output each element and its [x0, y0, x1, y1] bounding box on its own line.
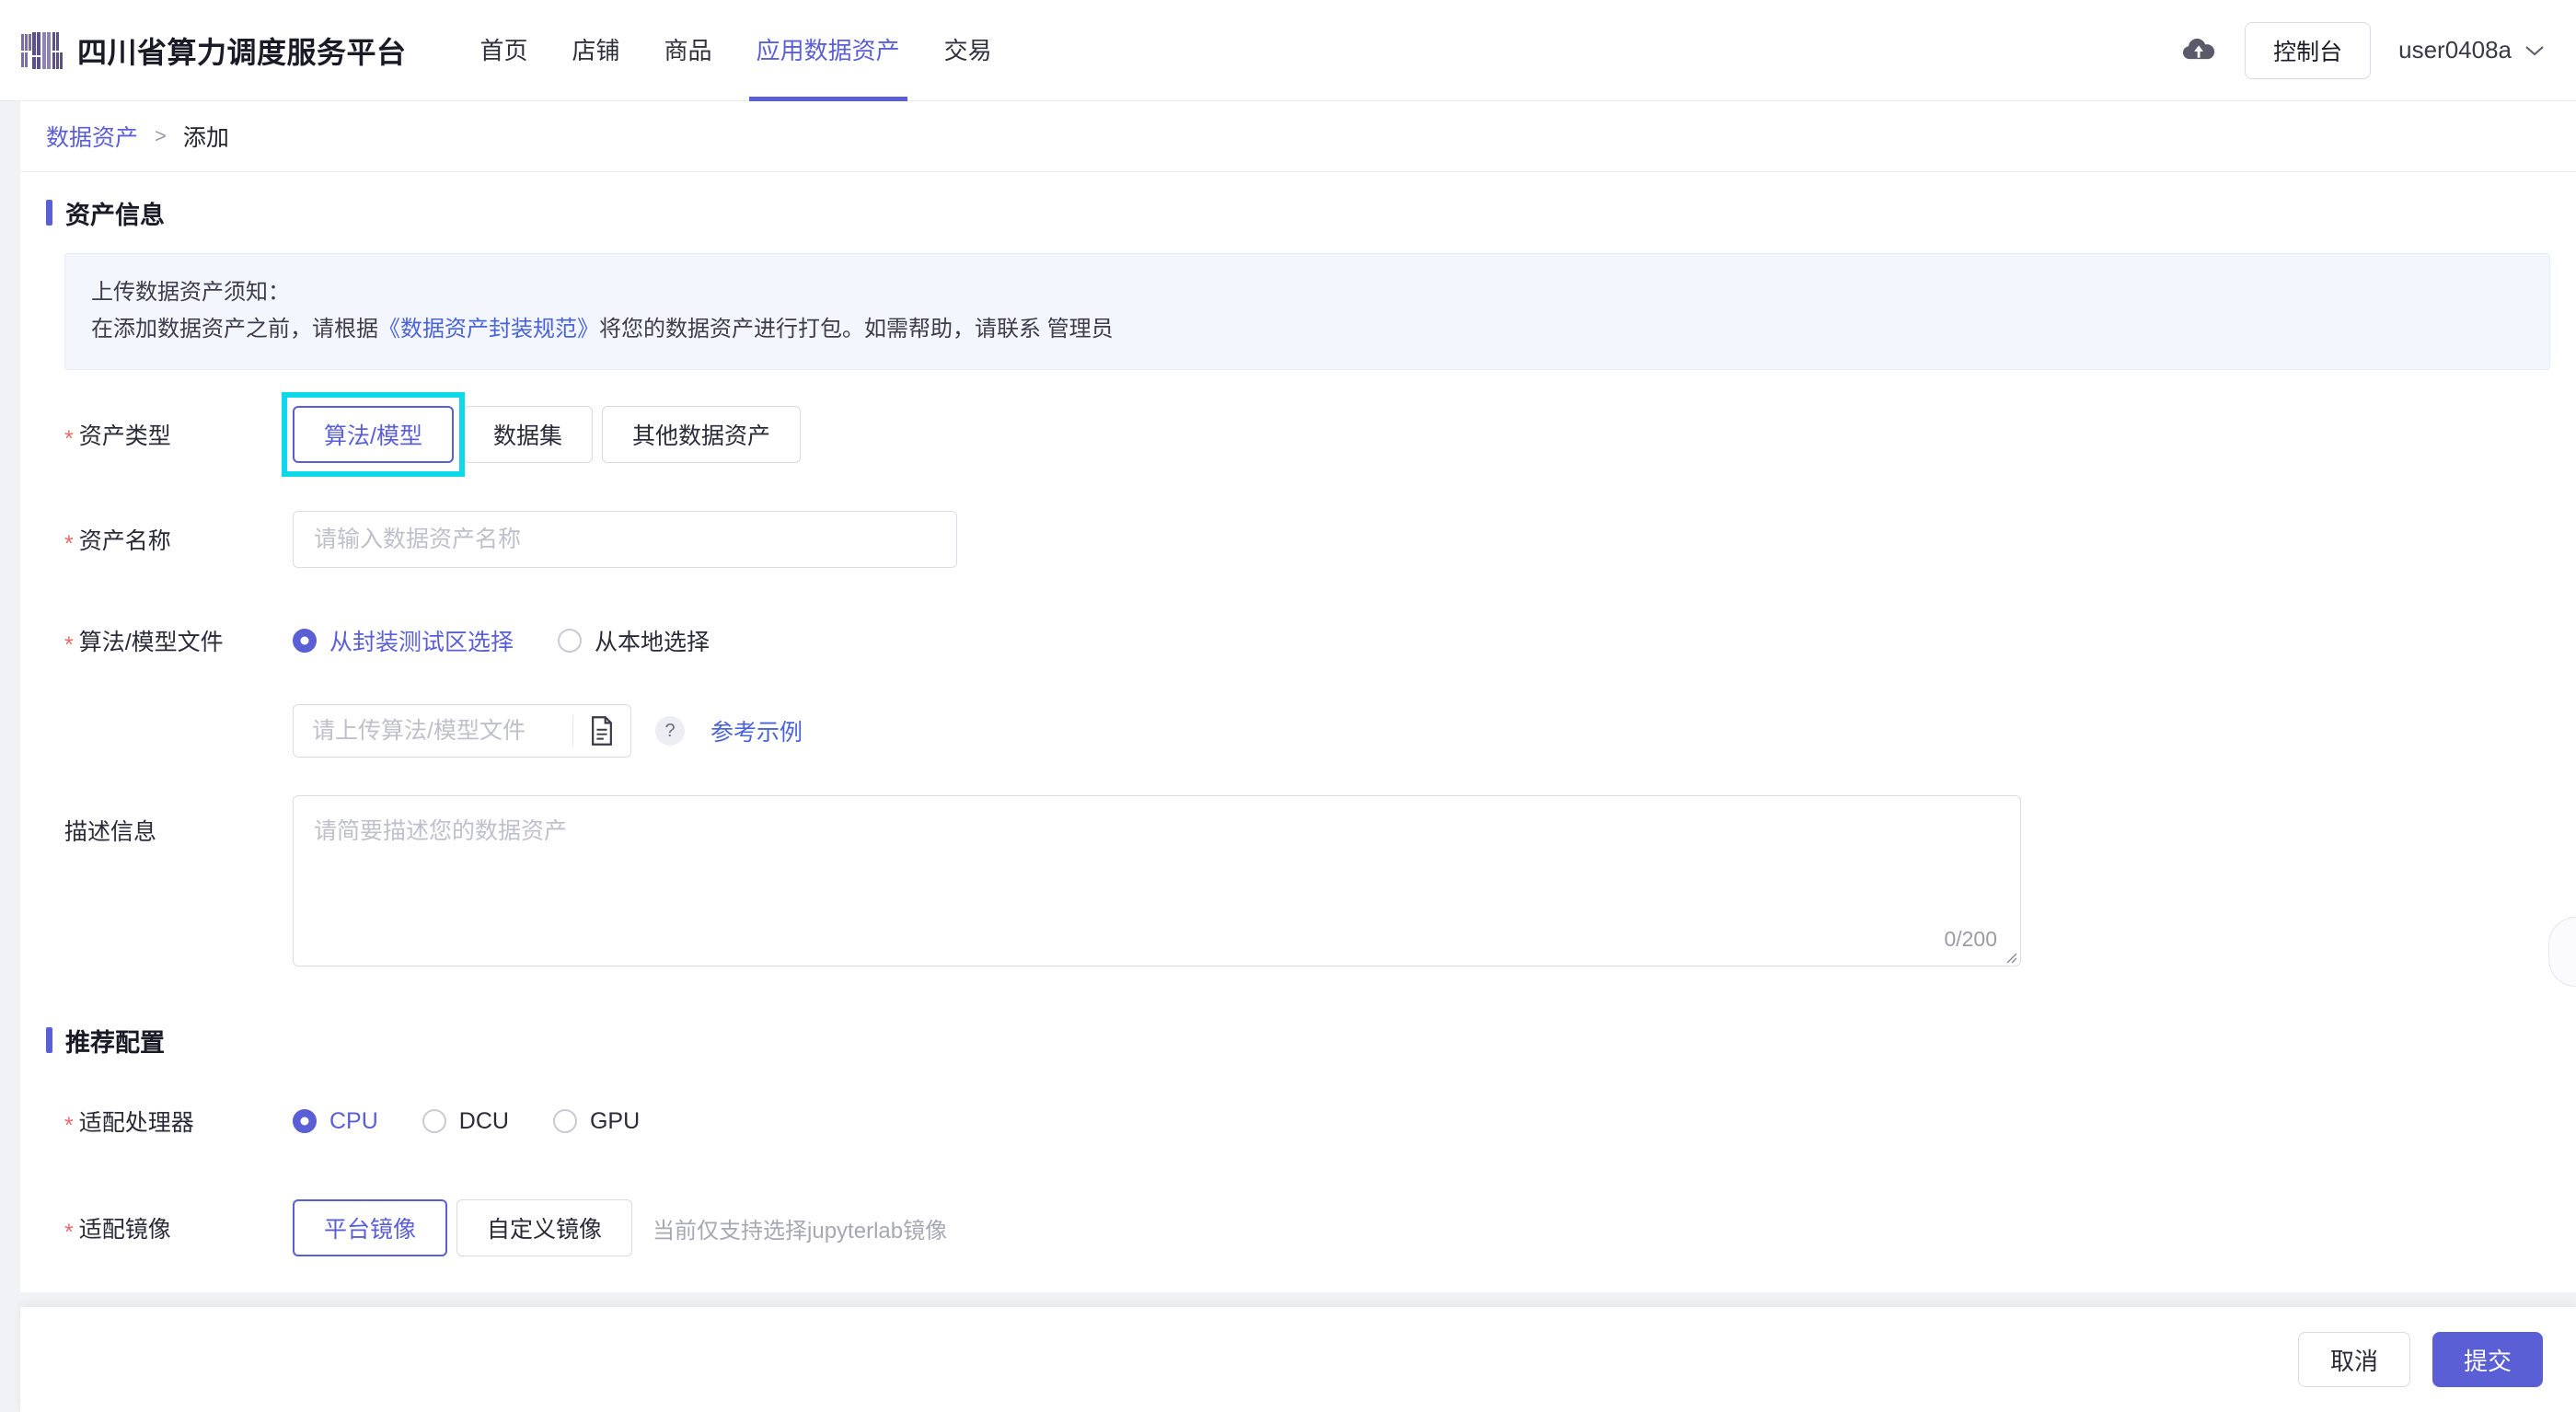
- section-accent-bar: [46, 200, 52, 226]
- required-marker: *: [64, 631, 74, 658]
- radio-indicator-icon: [293, 629, 317, 654]
- model-file-source-radio-group: 从封装测试区选择 从本地选择: [293, 624, 710, 657]
- required-marker: *: [64, 1219, 74, 1245]
- label-text: 描述信息: [64, 819, 157, 846]
- radio-label: 从封装测试区选择: [329, 630, 514, 656]
- image-button-group: 平台镜像 自定义镜像: [293, 1199, 633, 1257]
- radio-indicator-icon: [293, 1109, 317, 1134]
- required-marker: *: [64, 1112, 74, 1139]
- label-text: 资产名称: [78, 528, 171, 555]
- asset-type-button-group: 算法/模型 数据集 其他数据资产: [282, 392, 801, 478]
- content-card: 数据资产 > 添加 资产信息 上传数据资产须知： 在添加数据资产之前，请根据《数…: [20, 101, 2576, 1293]
- radio-from-local[interactable]: 从本地选择: [558, 624, 710, 657]
- notice-line-1: 上传数据资产须知：: [91, 280, 290, 305]
- nav-right-area: 控制台 user0408a: [2180, 21, 2545, 79]
- notice-line-2: 在添加数据资产之前，请根据《数据资产封装规范》将您的数据资产进行打包。如需帮助，…: [91, 311, 2524, 348]
- breadcrumb-separator-icon: >: [155, 124, 167, 147]
- asset-name-input[interactable]: [293, 511, 957, 569]
- field-row-processor: * 适配处理器 CPU DCU GPU: [20, 1088, 2576, 1154]
- label-model-file: * 算法/模型文件: [64, 624, 293, 657]
- image-option-custom[interactable]: 自定义镜像: [456, 1199, 633, 1257]
- page-body: 数据资产 > 添加 资产信息 上传数据资产须知： 在添加数据资产之前，请根据《数…: [0, 101, 2576, 1412]
- field-row-model-file: * 算法/模型文件 从封装测试区选择 从本地选择: [20, 608, 2576, 674]
- platform-bars-logo-icon: [21, 31, 63, 69]
- main-nav: 首页 店铺 商品 应用数据资产 交易: [458, 0, 1014, 101]
- radio-indicator-icon: [558, 629, 583, 654]
- nav-item-home[interactable]: 首页: [458, 0, 550, 101]
- label-text: 算法/模型文件: [78, 630, 224, 656]
- model-file-picker: ? 参考示例: [293, 704, 803, 758]
- breadcrumb-root-link[interactable]: 数据资产: [46, 120, 138, 153]
- upload-notice-banner: 上传数据资产须知： 在添加数据资产之前，请根据《数据资产封装规范》将您的数据资产…: [64, 253, 2550, 371]
- notice-line-2-prefix: 在添加数据资产之前，请根据: [91, 316, 378, 341]
- model-file-input[interactable]: [294, 717, 572, 745]
- field-divider: [572, 715, 573, 747]
- field-row-description: 描述信息 0/200: [20, 795, 2576, 967]
- section-accent-bar: [46, 1027, 52, 1054]
- radio-dcu[interactable]: DCU: [422, 1108, 509, 1135]
- field-row-model-file-picker: ? 参考示例: [20, 698, 2576, 764]
- question-mark-icon[interactable]: ?: [655, 716, 685, 747]
- document-file-icon[interactable]: [588, 716, 616, 747]
- radio-from-sandbox[interactable]: 从封装测试区选择: [293, 624, 514, 657]
- label-asset-name: * 资产名称: [64, 523, 293, 556]
- radio-label: DCU: [458, 1107, 509, 1134]
- radio-label: 从本地选择: [595, 630, 710, 656]
- breadcrumb: 数据资产 > 添加: [20, 101, 2576, 172]
- processor-radio-group: CPU DCU GPU: [293, 1108, 640, 1135]
- required-marker: *: [64, 530, 74, 557]
- label-text: 适配处理器: [78, 1110, 194, 1137]
- description-textarea-wrap: 0/200: [293, 795, 2021, 967]
- field-row-asset-name: * 资产名称: [20, 506, 2576, 573]
- cloud-upload-icon[interactable]: [2180, 32, 2217, 69]
- section-header-recommend-config: 推荐配置: [20, 1000, 2576, 1081]
- nav-item-shop[interactable]: 店铺: [550, 0, 642, 101]
- section-header-asset-info: 资产信息: [20, 172, 2576, 253]
- asset-type-option-algorithm-model[interactable]: 算法/模型: [293, 406, 454, 464]
- nav-item-products[interactable]: 商品: [642, 0, 734, 101]
- form-footer-bar: 取消 提交: [20, 1307, 2576, 1412]
- section-title-text: 推荐配置: [65, 1028, 165, 1057]
- radio-gpu[interactable]: GPU: [552, 1107, 641, 1135]
- field-row-image: * 适配镜像 平台镜像 自定义镜像 当前仅支持选择jupyterlab镜像: [20, 1195, 2576, 1261]
- console-button[interactable]: 控制台: [2245, 21, 2372, 79]
- label-description: 描述信息: [64, 795, 293, 847]
- packaging-spec-link[interactable]: 《数据资产封装规范》: [378, 317, 599, 341]
- radio-indicator-icon: [422, 1109, 446, 1134]
- asset-type-option-highlighted-wrap: 算法/模型: [282, 392, 465, 478]
- radio-cpu[interactable]: CPU: [293, 1108, 378, 1135]
- asset-type-option-dataset[interactable]: 数据集: [462, 406, 593, 464]
- label-image: * 适配镜像: [64, 1211, 293, 1244]
- brand-title: 四川省算力调度服务平台: [77, 35, 407, 69]
- brand-area[interactable]: 四川省算力调度服务平台: [20, 29, 407, 72]
- user-menu[interactable]: user0408a: [2398, 36, 2545, 64]
- notice-line-2-suffix: 将您的数据资产进行打包。如需帮助，请联系 管理员: [599, 316, 1114, 341]
- top-navigation-bar: 四川省算力调度服务平台 首页 店铺 商品 应用数据资产 交易 控制台 user0…: [0, 0, 2576, 101]
- asset-type-option-other[interactable]: 其他数据资产: [601, 406, 801, 464]
- label-text: 资产类型: [78, 423, 171, 450]
- field-row-asset-type: * 资产类型 算法/模型 数据集 其他数据资产: [20, 392, 2576, 478]
- submit-button[interactable]: 提交: [2432, 1332, 2543, 1387]
- description-char-counter: 0/200: [1944, 927, 1997, 952]
- user-name-label: user0408a: [2398, 36, 2512, 64]
- image-option-platform[interactable]: 平台镜像: [293, 1199, 448, 1257]
- reference-example-link[interactable]: 参考示例: [710, 714, 803, 747]
- section-title-text: 资产信息: [65, 201, 165, 229]
- nav-item-trade[interactable]: 交易: [922, 0, 1014, 101]
- model-file-field[interactable]: [293, 704, 631, 758]
- chevron-down-icon: [2525, 45, 2544, 55]
- cancel-button[interactable]: 取消: [2297, 1332, 2410, 1387]
- nav-item-data-assets[interactable]: 应用数据资产: [734, 0, 922, 101]
- radio-indicator-icon: [552, 1109, 577, 1134]
- description-textarea[interactable]: [293, 795, 2021, 967]
- label-asset-type: * 资产类型: [64, 418, 293, 451]
- radio-label: GPU: [589, 1107, 641, 1134]
- required-marker: *: [64, 425, 74, 452]
- breadcrumb-current: 添加: [182, 125, 229, 151]
- radio-label: CPU: [329, 1107, 378, 1134]
- label-processor: * 适配处理器: [64, 1105, 293, 1138]
- asset-form: 资产信息 上传数据资产须知： 在添加数据资产之前，请根据《数据资产封装规范》将您…: [20, 172, 2576, 1293]
- image-hint-text: 当前仅支持选择jupyterlab镜像: [653, 1218, 948, 1244]
- label-text: 适配镜像: [78, 1217, 171, 1244]
